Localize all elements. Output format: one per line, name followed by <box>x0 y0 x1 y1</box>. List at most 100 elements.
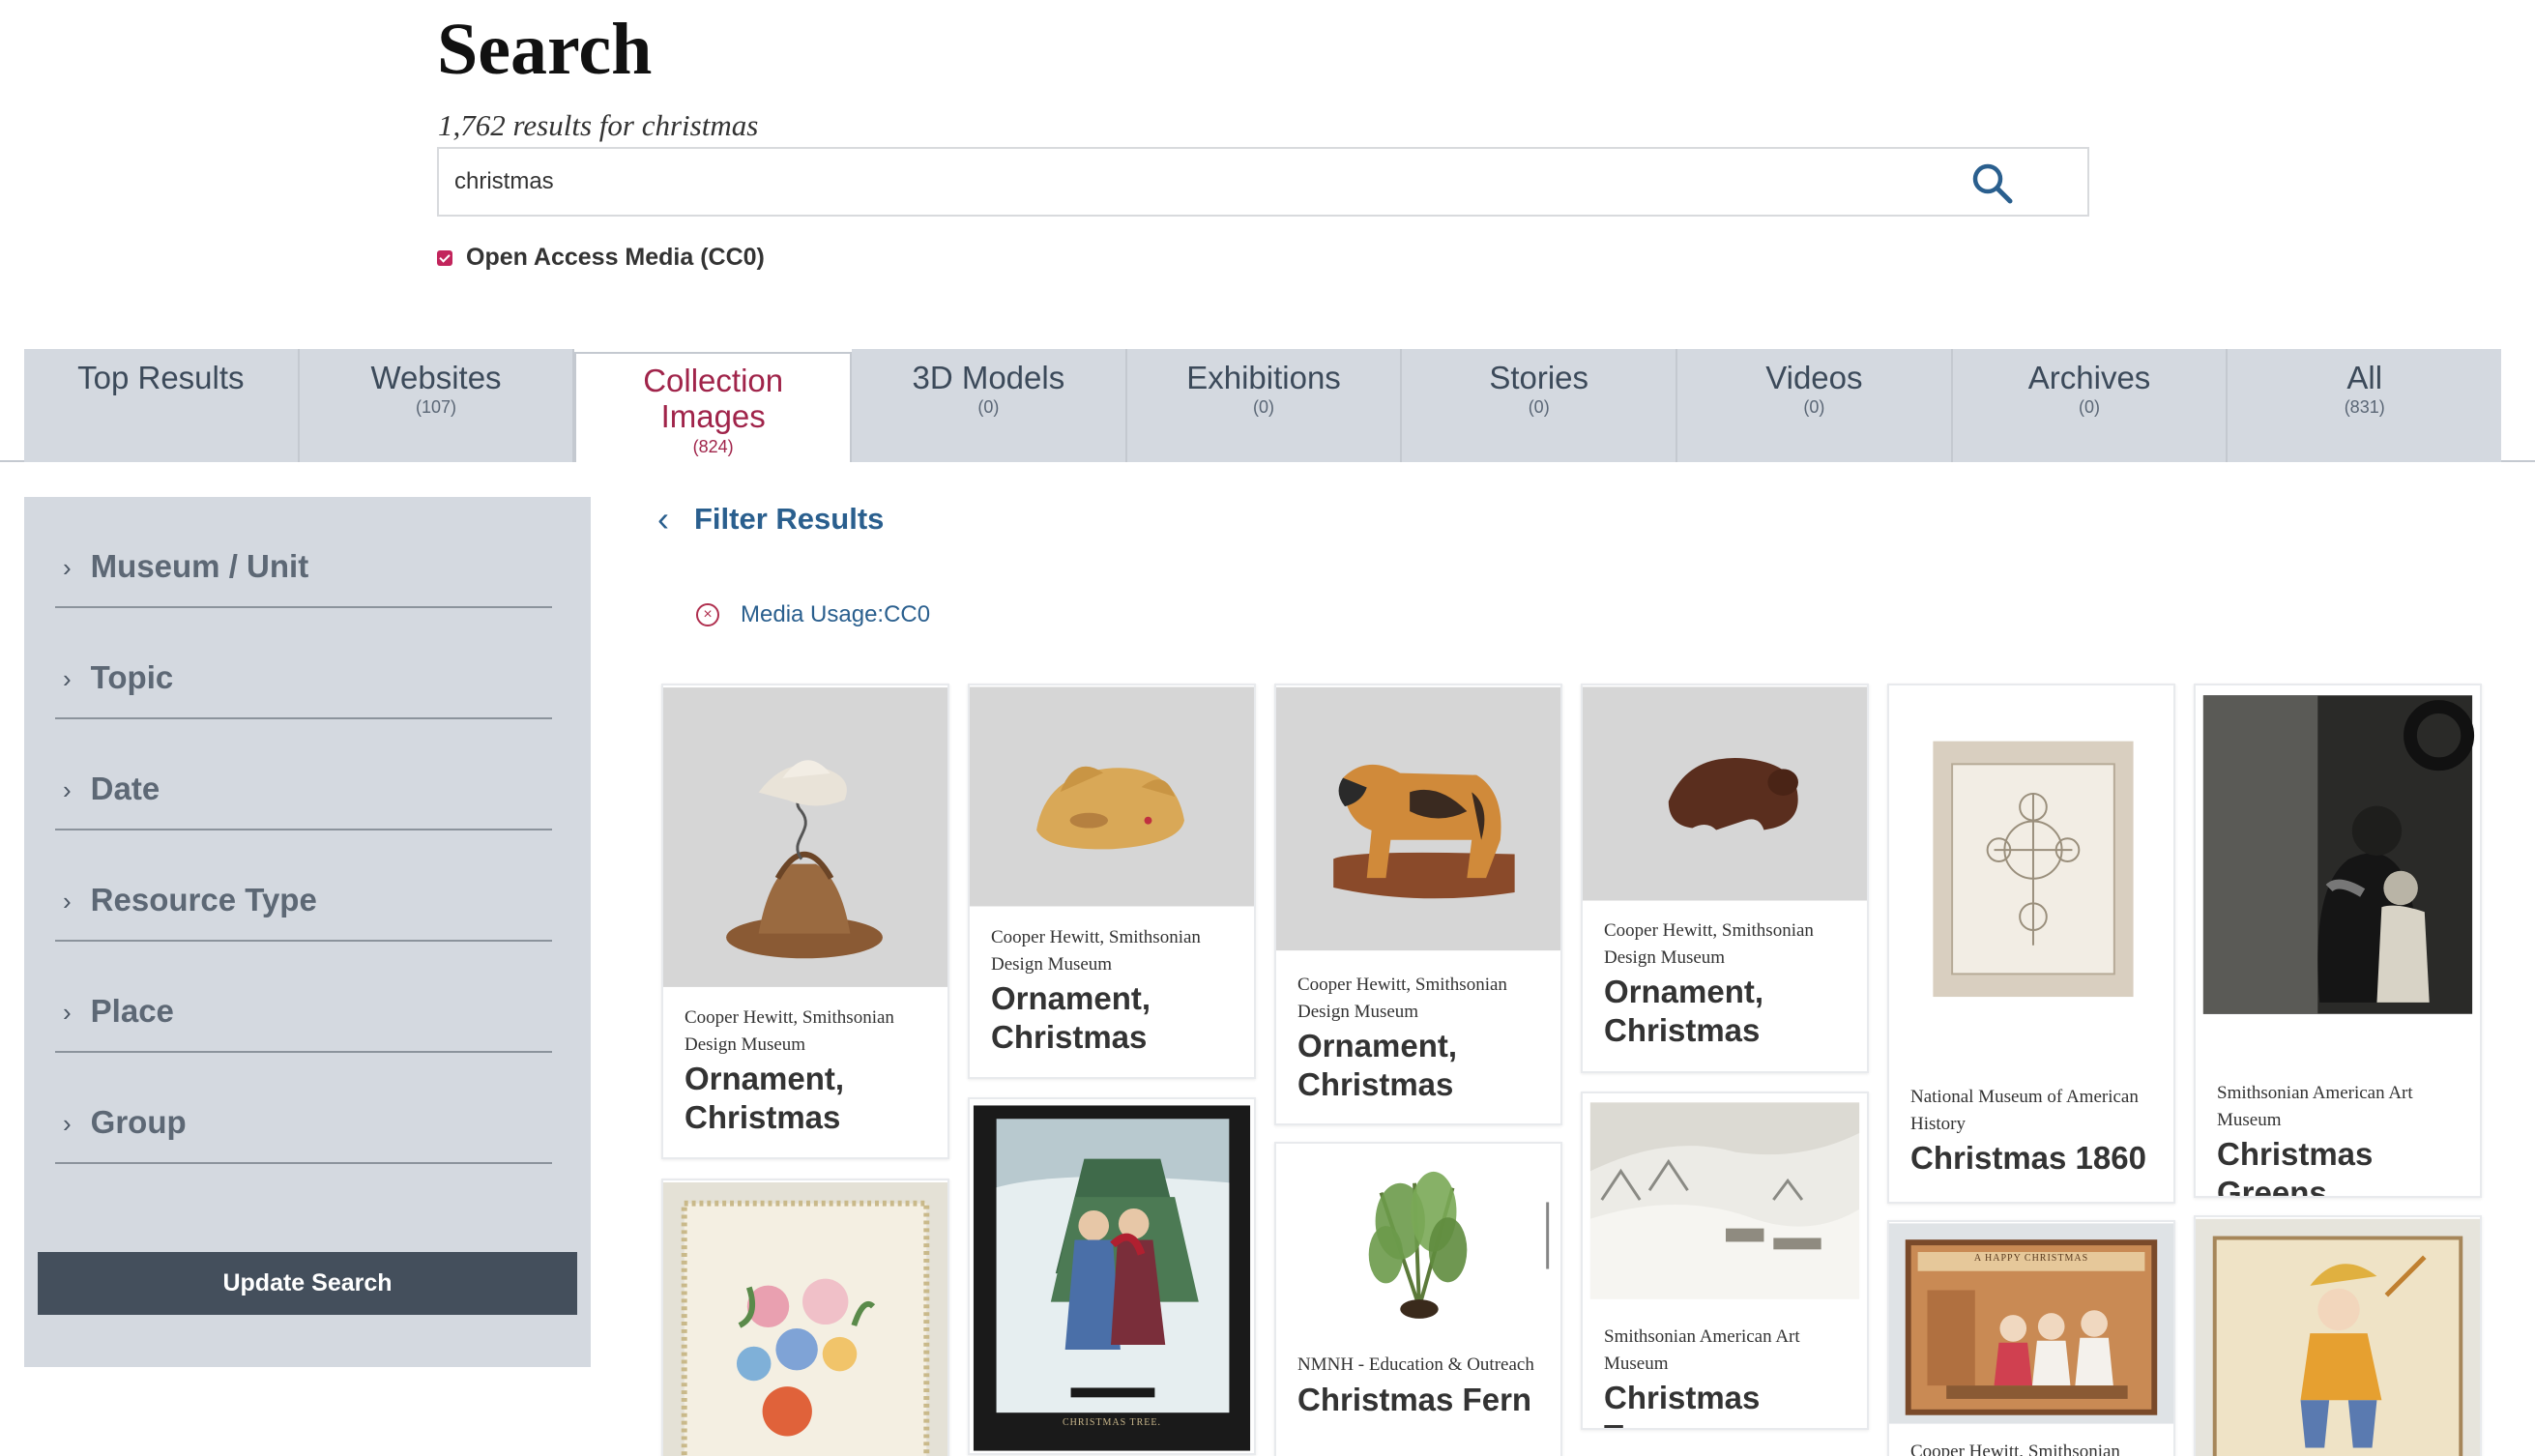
card-museum: Cooper Hewitt, Smithsonian Design Museum <box>991 927 1201 975</box>
floral-card-image <box>663 1182 947 1456</box>
result-card[interactable]: NMNH - Education & Outreach Christmas Fe… <box>1274 1142 1562 1456</box>
tab-label: Videos <box>1765 360 1863 395</box>
facet-date[interactable]: › Date <box>55 719 552 830</box>
result-card[interactable] <box>2194 1215 2482 1456</box>
tab-label: Top Results <box>77 360 245 395</box>
facet-label: Place <box>90 993 174 1029</box>
open-access-filter[interactable]: Open Access Media (CC0) <box>437 244 765 272</box>
card-caption: A HAPPY CHRISTMAS <box>1973 1253 2089 1264</box>
card-museum: Cooper Hewitt, Smithsonian <box>1910 1441 2120 1456</box>
fern-image <box>1276 1145 1560 1326</box>
facet-label: Museum / Unit <box>90 548 309 584</box>
tab-label: Archives <box>2027 360 2151 395</box>
christmas-greens-image <box>2196 687 2480 1022</box>
card-title[interactable]: Ornament, Christmas <box>1604 973 1851 1051</box>
tab-label: All <box>2346 360 2383 395</box>
open-access-checkbox[interactable] <box>437 249 452 266</box>
jester-card-image <box>2196 1218 2480 1456</box>
facet-label: Group <box>90 1104 187 1140</box>
card-title[interactable]: Ornament, Christmas <box>685 1060 932 1138</box>
result-card[interactable]: National Museum of American History Chri… <box>1887 684 2175 1204</box>
tab-count: (0) <box>1253 397 1275 418</box>
card-museum: Cooper Hewitt, Smithsonian Design Museum <box>685 1007 894 1055</box>
facet-museum-unit[interactable]: › Museum / Unit <box>55 497 552 608</box>
card-museum: NMNH - Education & Outreach <box>1297 1354 1534 1375</box>
tab-videos[interactable]: Videos (0) <box>1677 349 1953 462</box>
result-card[interactable]: Smithsonian American Art Museum Christma… <box>1581 1092 1869 1430</box>
card-title[interactable]: Christmas Fern <box>1297 1381 1545 1419</box>
facet-place[interactable]: › Place <box>55 942 552 1053</box>
card-title[interactable]: Christmas Greens <box>2217 1135 2464 1196</box>
result-card[interactable]: A HAPPY CHRISTMAS Cooper Hewitt, Smithso… <box>1887 1220 2175 1456</box>
open-access-label: Open Access Media (CC0) <box>466 244 765 271</box>
result-count: 1,762 results for christmas <box>438 108 759 142</box>
ornament-image <box>1276 686 1560 951</box>
tab-label: Exhibitions <box>1186 360 1341 395</box>
page-title: Search <box>437 9 653 90</box>
christmas-1860-image <box>1889 687 2173 1032</box>
ornament-image <box>663 687 947 987</box>
tab-websites[interactable]: Websites (107) <box>299 349 575 462</box>
result-card[interactable]: Smithsonian American Art Museum Christma… <box>2194 684 2482 1198</box>
snow-landscape-image <box>1583 1094 1867 1307</box>
card-museum: Cooper Hewitt, Smithsonian Design Museum <box>1604 920 1814 968</box>
result-card[interactable]: CHRISTMAS TREE. <box>968 1097 1256 1455</box>
facet-label: Date <box>90 771 160 806</box>
chevron-right-icon: › <box>63 998 72 1027</box>
search-input[interactable] <box>454 168 1905 195</box>
remove-filter-icon[interactable]: × <box>696 603 719 626</box>
facet-topic[interactable]: › Topic <box>55 608 552 719</box>
ornament-image <box>1583 686 1867 901</box>
tab-count: (831) <box>2344 397 2385 418</box>
search-box <box>437 147 2089 217</box>
tab-count: (0) <box>2079 397 2101 418</box>
card-title[interactable]: Ornament, Christmas <box>991 979 1238 1058</box>
result-card[interactable]: Cooper Hewitt, Smithsonian Design Museum… <box>1274 684 1562 1125</box>
card-museum: Smithsonian American Art Museum <box>1604 1326 1800 1374</box>
active-filter-label: Media Usage:CC0 <box>741 601 931 627</box>
tab-exhibitions[interactable]: Exhibitions (0) <box>1126 349 1403 462</box>
search-icon[interactable] <box>1969 160 2016 207</box>
tab-label: Stories <box>1489 360 1589 395</box>
tab-3d-models[interactable]: 3D Models (0) <box>852 349 1127 462</box>
filter-sidebar: › Museum / Unit › Topic › Date › Resourc… <box>24 497 591 1367</box>
tab-count: (0) <box>977 397 1000 418</box>
tab-all[interactable]: All (831) <box>2228 349 2502 462</box>
print-caption: CHRISTMAS TREE. <box>1062 1417 1162 1428</box>
facet-resource-type[interactable]: › Resource Type <box>55 830 552 942</box>
chevron-right-icon: › <box>63 553 72 582</box>
chevron-right-icon: › <box>63 1109 72 1138</box>
chevron-right-icon: › <box>63 775 72 804</box>
active-filter-chip[interactable]: × Media Usage:CC0 <box>696 601 930 628</box>
result-card[interactable]: Cooper Hewitt, Smithsonian Design Museum… <box>1581 684 1869 1073</box>
tab-label: 3D Models <box>912 360 1065 395</box>
chevron-right-icon: › <box>63 887 72 916</box>
chevron-left-icon: ‹ <box>657 499 669 539</box>
card-museum: National Museum of American History <box>1910 1087 2139 1134</box>
facet-label: Topic <box>90 659 174 695</box>
tab-count: (0) <box>1803 397 1825 418</box>
tab-top-results[interactable]: Top Results <box>24 349 300 462</box>
tab-label: Websites <box>370 360 502 395</box>
facet-group[interactable]: › Group <box>55 1053 552 1164</box>
filter-results-toggle[interactable]: ‹ Filter Results <box>657 499 884 539</box>
result-tabs: Top Results Websites (107) Collection Im… <box>24 349 2502 462</box>
tab-collection-images[interactable]: Collection Images (824) <box>574 352 853 462</box>
update-search-button[interactable]: Update Search <box>38 1252 577 1315</box>
chevron-right-icon: › <box>63 664 72 693</box>
card-title[interactable]: Christmas Trees <box>1604 1379 1851 1428</box>
result-card[interactable] <box>661 1179 949 1456</box>
tab-archives[interactable]: Archives (0) <box>1952 349 2229 462</box>
card-title[interactable]: Ornament, Christmas <box>1297 1027 1545 1105</box>
card-museum: Cooper Hewitt, Smithsonian Design Museum <box>1297 975 1507 1022</box>
filter-results-label: Filter Results <box>694 502 885 536</box>
card-museum: Smithsonian American Art Museum <box>2217 1083 2413 1130</box>
result-card[interactable]: Cooper Hewitt, Smithsonian Design Museum… <box>661 684 949 1159</box>
result-card[interactable]: Cooper Hewitt, Smithsonian Design Museum… <box>968 684 1256 1079</box>
tab-stories[interactable]: Stories (0) <box>1402 349 1678 462</box>
tab-count: (107) <box>415 397 457 418</box>
tab-count: (824) <box>692 436 734 456</box>
christmas-tree-print-image <box>970 1101 1254 1453</box>
facet-label: Resource Type <box>90 882 317 917</box>
card-title[interactable]: Christmas 1860 <box>1910 1139 2158 1178</box>
